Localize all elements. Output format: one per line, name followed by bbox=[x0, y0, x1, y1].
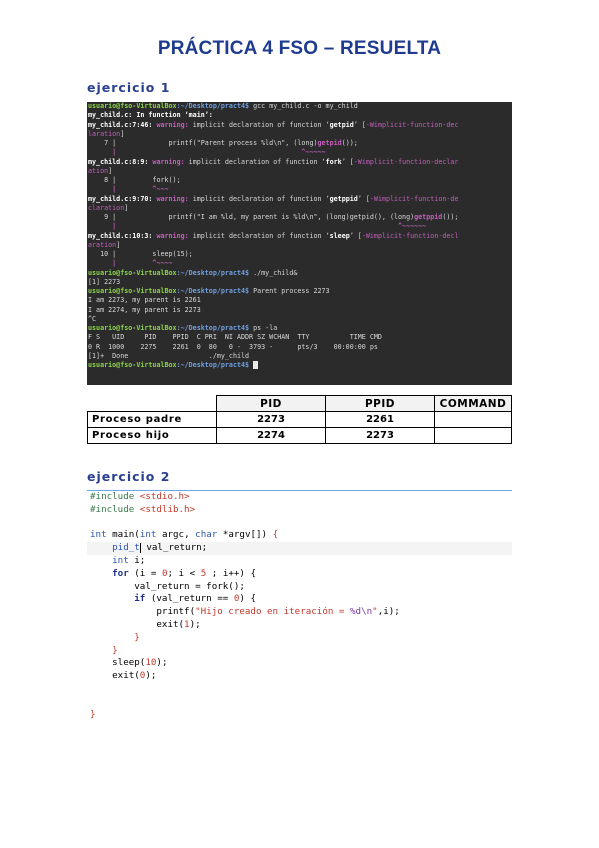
terminal-line: usuario@fso-VirtualBox:~/Desktop/pract4$ bbox=[88, 361, 512, 370]
terminal-line: 0 R 1000 2275 2261 0 80 0 - 3793 - pts/3… bbox=[88, 342, 378, 351]
terminal-line: usuario@fso-VirtualBox:~/Desktop/pract4$… bbox=[88, 102, 358, 110]
code-line: sleep(10); bbox=[90, 657, 168, 669]
terminal-line: my_child.c: In function ‘main’: bbox=[88, 111, 213, 120]
code-line: } bbox=[90, 644, 118, 656]
table-header-command: COMMAND bbox=[434, 395, 512, 412]
code-line: exit(1); bbox=[90, 618, 201, 630]
terminal-line: [1] 2273 bbox=[88, 277, 121, 286]
pid-table: PID PPID COMMAND Proceso padre 2273 2261… bbox=[87, 395, 512, 444]
table-cell-label: Proceso hijo bbox=[87, 427, 217, 444]
table-cell-pid: 2274 bbox=[216, 427, 326, 444]
table-header-row: PID PPID COMMAND bbox=[87, 395, 512, 412]
code-line: #include <stdio.h> bbox=[90, 491, 190, 502]
code-editor-screenshot: #include <stdio.h> #include <stdlib.h> i… bbox=[87, 490, 512, 773]
table-cell-command bbox=[434, 427, 512, 444]
terminal-line: my_child.c:7:46: warning: implicit decla… bbox=[88, 120, 459, 129]
terminal-line: I am 2273, my parent is 2261 bbox=[88, 296, 201, 305]
code-line: #include <stdlib.h> bbox=[90, 503, 196, 515]
table-cell-command bbox=[434, 411, 512, 428]
code-line: int main(int argc, char *argv[]) { bbox=[90, 529, 279, 541]
terminal-line: 7 | printf("Parent process %ld\n", (long… bbox=[88, 139, 358, 147]
terminal-line: | ^~~~ bbox=[88, 185, 169, 194]
table-cell-label: Proceso padre bbox=[87, 411, 217, 428]
terminal-line: ^C bbox=[88, 314, 97, 323]
terminal-line: ation] bbox=[88, 166, 113, 175]
section-heading-ejercicio-2: ejercicio 2 bbox=[87, 469, 171, 484]
table-cell-ppid: 2273 bbox=[325, 427, 435, 444]
terminal-line: | ^~~~~~ bbox=[88, 148, 326, 157]
terminal-cursor bbox=[253, 361, 259, 369]
terminal-line: my_child.c:9:70: warning: implicit decla… bbox=[88, 194, 459, 203]
table-row: Proceso padre 2273 2261 bbox=[87, 411, 512, 428]
code-line: val_return = fork(); bbox=[90, 580, 245, 592]
code-line: } bbox=[90, 708, 96, 720]
terminal-line: [1]+ Done ./my_child bbox=[88, 351, 250, 360]
terminal-line: 10 | sleep(15); bbox=[88, 250, 193, 258]
table-cell-ppid: 2261 bbox=[325, 411, 435, 428]
table-row: Proceso hijo 2274 2273 bbox=[87, 427, 512, 444]
table-cell-pid: 2273 bbox=[216, 411, 326, 428]
terminal-line: laration] bbox=[88, 129, 125, 138]
code-line: for (i = 0; i < 5 ; i++) { bbox=[90, 567, 257, 579]
page-title: PRÁCTICA 4 FSO – RESUELTA bbox=[157, 38, 442, 59]
terminal-line: | ^~~~~~~ bbox=[88, 222, 427, 231]
table-header-ppid: PPID bbox=[325, 395, 435, 412]
code-line: } bbox=[90, 631, 140, 643]
code-line: if (val_return == 0) { bbox=[90, 593, 256, 605]
terminal-screenshot: usuario@fso-VirtualBox:~/Desktop/pract4$… bbox=[87, 102, 512, 385]
code-line-current: pid_t val_return; bbox=[87, 542, 512, 555]
code-line: int i; bbox=[90, 554, 146, 566]
table-header-pid: PID bbox=[216, 395, 326, 412]
terminal-line: claration] bbox=[88, 203, 129, 212]
terminal-line: my_child.c:8:9: warning: implicit declar… bbox=[88, 157, 459, 166]
terminal-line: aration] bbox=[88, 240, 121, 249]
terminal-line: usuario@fso-VirtualBox:~/Desktop/pract4$… bbox=[88, 287, 330, 295]
terminal-line: | ^~~~~ bbox=[88, 259, 173, 268]
code-line: exit(0); bbox=[90, 670, 157, 682]
terminal-line: F S UID PID PPID C PRI NI ADDR SZ WCHAN … bbox=[88, 333, 382, 342]
terminal-line: I am 2274, my parent is 2273 bbox=[88, 305, 201, 314]
section-heading-ejercicio-1: ejercicio 1 bbox=[87, 80, 171, 95]
terminal-line: 9 | printf("I am %ld, my parent is %ld\n… bbox=[88, 213, 459, 221]
code-line: printf("Hijo creado en iteración = %d\n"… bbox=[90, 606, 400, 618]
terminal-line: usuario@fso-VirtualBox:~/Desktop/pract4$… bbox=[88, 324, 278, 332]
terminal-line: 8 | fork(); bbox=[88, 176, 181, 184]
terminal-line: my_child.c:10:3: warning: implicit decla… bbox=[88, 231, 459, 240]
table-header-blank bbox=[87, 395, 217, 412]
terminal-line: usuario@fso-VirtualBox:~/Desktop/pract4$… bbox=[88, 268, 298, 277]
